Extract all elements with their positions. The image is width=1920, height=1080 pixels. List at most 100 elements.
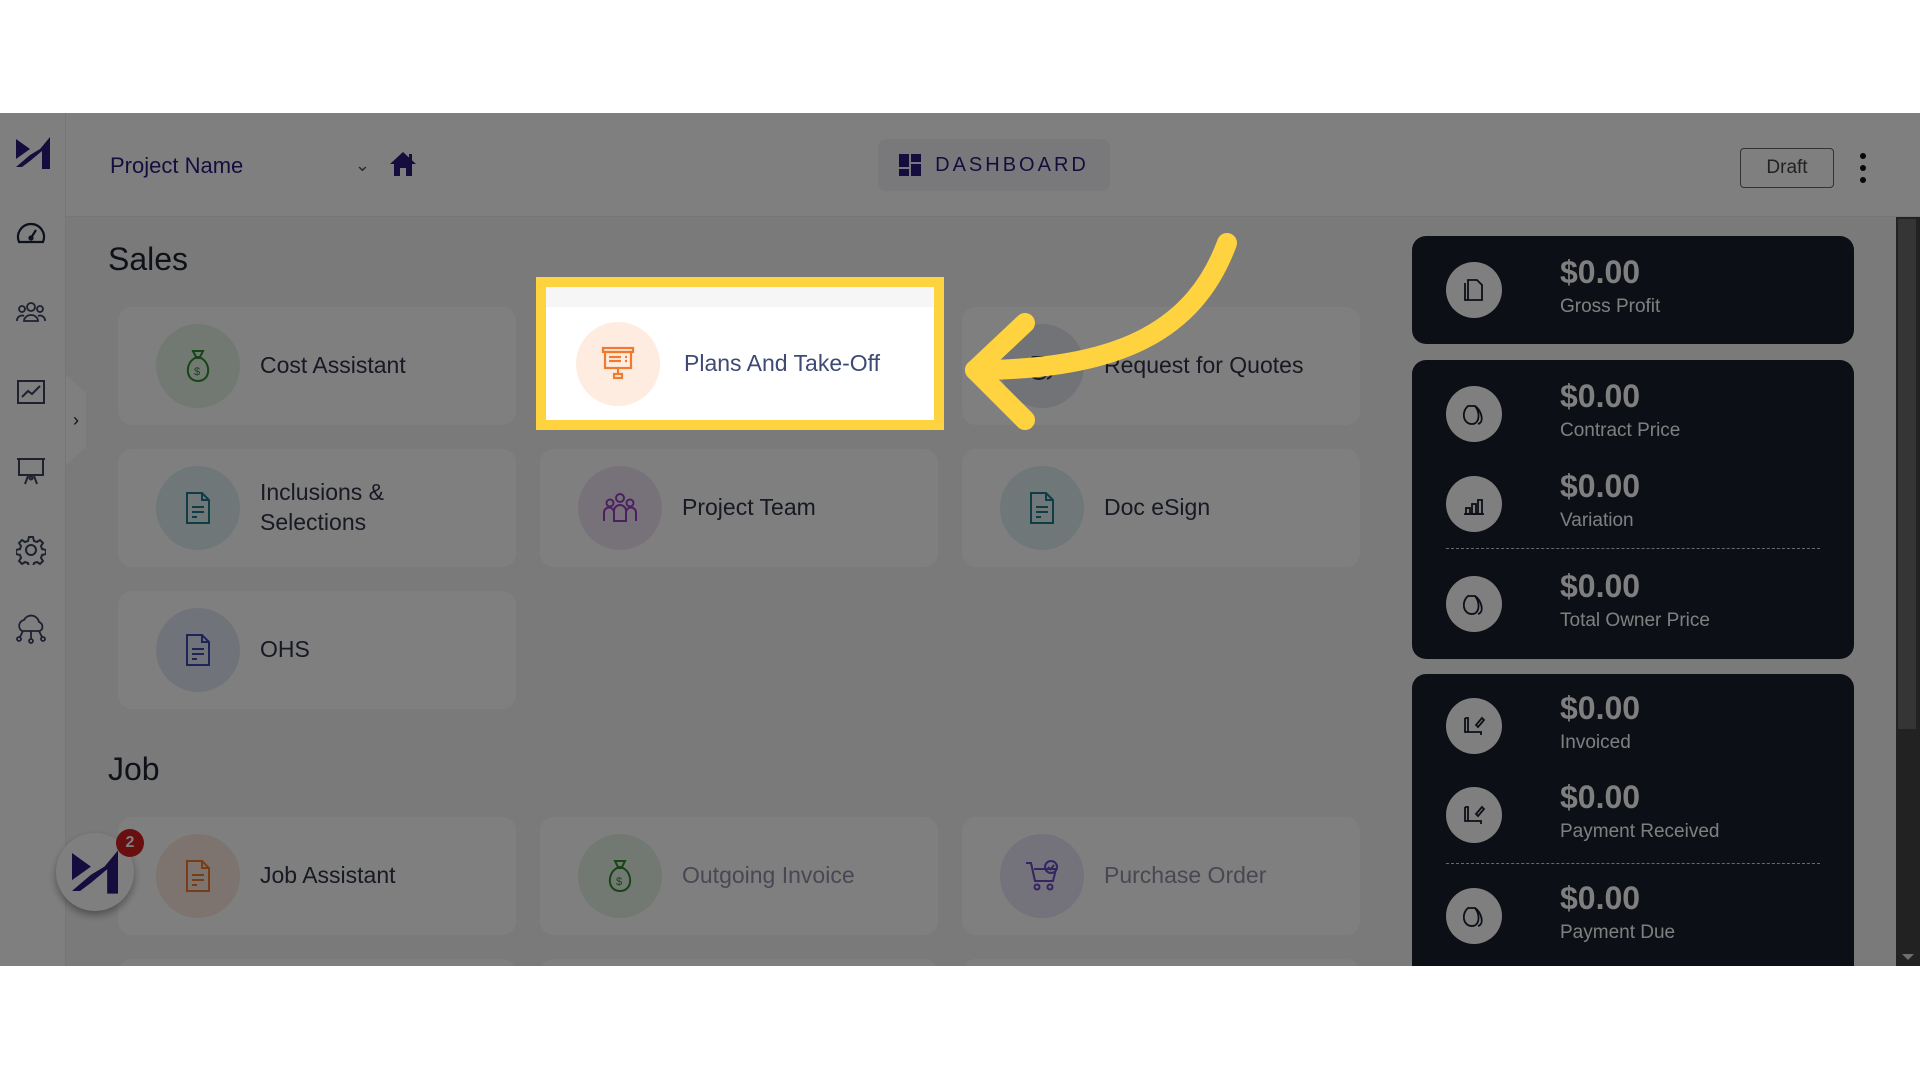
bar-chart-icon bbox=[1446, 476, 1502, 532]
cart-check-icon bbox=[1026, 860, 1058, 891]
stat-value: $0.00 bbox=[1560, 880, 1641, 916]
stat-label: Payment Received bbox=[1560, 821, 1720, 842]
card-outgoing-invoice[interactable]: $ Outgoing Invoice bbox=[540, 817, 938, 935]
card-cost-assistant[interactable]: $ Cost Assistant bbox=[118, 307, 516, 425]
money-bags-icon bbox=[1446, 576, 1502, 632]
speedometer-icon bbox=[16, 222, 46, 244]
card-label: Plans And Take-Off bbox=[684, 350, 881, 376]
card-ohs[interactable]: OHS bbox=[118, 591, 516, 709]
section-title-job: Job bbox=[108, 751, 160, 787]
dashboard-tab[interactable]: DASHBOARD bbox=[878, 139, 1110, 191]
stat-value: $0.00 bbox=[1560, 690, 1641, 726]
card-inclusions-selections[interactable]: Inclusions & Selections bbox=[118, 449, 516, 567]
sidebar-item-reports[interactable] bbox=[14, 375, 48, 409]
card-label: Project Team bbox=[682, 494, 816, 521]
card-label: Request for Quotes bbox=[1104, 352, 1304, 379]
card-icon-circle bbox=[1000, 466, 1084, 550]
section-title-sales: Sales bbox=[108, 241, 189, 277]
card-partial[interactable] bbox=[118, 959, 516, 966]
sidebar-item-contacts[interactable] bbox=[14, 296, 48, 330]
sidebar bbox=[0, 113, 66, 966]
notification-badge: 2 bbox=[116, 829, 144, 857]
project-select-value: Project Name bbox=[110, 153, 244, 178]
invoice-sign-icon bbox=[1446, 698, 1502, 754]
card-icon-circle bbox=[156, 834, 240, 918]
stat-value: $0.00 bbox=[1560, 254, 1641, 290]
divider bbox=[1446, 548, 1820, 549]
document-icon bbox=[186, 860, 210, 892]
users-icon bbox=[16, 302, 46, 322]
money-bags-icon bbox=[1027, 356, 1054, 381]
money-bag-icon: $ bbox=[186, 350, 210, 383]
presentation-icon bbox=[17, 458, 45, 485]
scrollbar[interactable] bbox=[1896, 217, 1920, 966]
card-icon-circle bbox=[1000, 834, 1084, 918]
stat-value: $0.00 bbox=[1560, 378, 1641, 414]
brand-logo-icon bbox=[72, 850, 118, 894]
assistant-launcher-button[interactable]: 2 bbox=[56, 829, 144, 911]
card-label: Outgoing Invoice bbox=[682, 862, 855, 889]
scroll-down-arrow-icon[interactable] bbox=[1902, 954, 1914, 960]
stat-value: $0.00 bbox=[1560, 779, 1641, 815]
card-icon-circle bbox=[576, 321, 660, 406]
card-partial[interactable] bbox=[962, 959, 1360, 966]
dashboard-grid-icon bbox=[899, 154, 922, 176]
stat-value: $0.00 bbox=[1560, 568, 1641, 604]
more-options-icon[interactable] bbox=[1856, 153, 1870, 183]
presentation-board-icon bbox=[601, 346, 635, 379]
highlight-card: Plans And Take-Off bbox=[546, 307, 934, 420]
app-window: › Project Name ⌄ DASHBOARD Draft Sales $… bbox=[0, 113, 1920, 966]
report-icon bbox=[1446, 262, 1502, 318]
money-bags-icon bbox=[1446, 888, 1502, 944]
sidebar-item-integrations[interactable] bbox=[14, 612, 48, 646]
document-icon bbox=[186, 634, 210, 666]
cloud-network-icon bbox=[16, 614, 46, 644]
card-label: Purchase Order bbox=[1104, 862, 1267, 889]
svg-text:$: $ bbox=[194, 366, 200, 378]
sidebar-item-dashboard[interactable] bbox=[14, 217, 48, 251]
card-request-for-quotes[interactable]: Request for Quotes bbox=[962, 307, 1360, 425]
card-icon-circle bbox=[156, 466, 240, 550]
card-label: Inclusions & Selections bbox=[260, 479, 385, 535]
card-doc-esign[interactable]: Doc eSign bbox=[962, 449, 1360, 567]
summary-panel-contract: $0.00 Contract Price $0.00 Variation $0.… bbox=[1412, 360, 1854, 659]
team-icon bbox=[603, 493, 637, 522]
screenshot-stage: › Project Name ⌄ DASHBOARD Draft Sales $… bbox=[0, 0, 1920, 1080]
gear-icon bbox=[16, 536, 46, 565]
divider bbox=[1446, 863, 1820, 864]
chevron-down-icon: ⌄ bbox=[354, 155, 370, 175]
svg-text:$: $ bbox=[616, 876, 622, 888]
chart-line-icon bbox=[17, 380, 45, 404]
scrollbar-thumb[interactable] bbox=[1898, 219, 1916, 729]
sidebar-item-settings[interactable] bbox=[14, 533, 48, 567]
card-label: Job Assistant bbox=[260, 862, 396, 889]
card-job-assistant[interactable]: Job Assistant bbox=[118, 817, 516, 935]
card-icon-circle bbox=[156, 608, 240, 692]
summary-panel-profit: $0.00 Gross Profit bbox=[1412, 236, 1854, 344]
money-bag-icon: $ bbox=[608, 860, 632, 893]
chevron-right-icon: › bbox=[73, 409, 79, 430]
document-icon bbox=[186, 492, 210, 524]
card-partial[interactable] bbox=[540, 959, 938, 966]
home-icon[interactable] bbox=[388, 149, 418, 179]
card-purchase-order[interactable]: Purchase Order bbox=[962, 817, 1360, 935]
document-icon bbox=[1030, 492, 1054, 524]
stat-value: $0.00 bbox=[1560, 468, 1641, 504]
highlight-plans-and-take-off[interactable]: Plans And Take-Off bbox=[536, 277, 944, 430]
status-draft-button[interactable]: Draft bbox=[1740, 148, 1834, 188]
sidebar-item-plans[interactable] bbox=[14, 454, 48, 488]
sidebar-expand-toggle[interactable]: › bbox=[66, 375, 86, 465]
card-icon-circle: $ bbox=[156, 324, 240, 408]
card-project-team[interactable]: Project Team bbox=[540, 449, 938, 567]
brand-logo-icon[interactable] bbox=[16, 137, 50, 169]
stat-label: Variation bbox=[1560, 510, 1634, 531]
summary-panel-payments: $0.00 Invoiced $0.00 Payment Received $0… bbox=[1412, 674, 1854, 966]
project-select[interactable]: Project Name ⌄ bbox=[110, 149, 370, 183]
stat-label: Payment Due bbox=[1560, 922, 1676, 943]
stat-label: Total Owner Price bbox=[1560, 610, 1710, 631]
card-icon-circle bbox=[1000, 324, 1084, 408]
stat-label: Invoiced bbox=[1560, 732, 1631, 753]
invoice-sign-icon bbox=[1446, 787, 1502, 843]
card-icon-circle bbox=[578, 466, 662, 550]
top-header: Project Name ⌄ DASHBOARD Draft bbox=[66, 113, 1920, 217]
